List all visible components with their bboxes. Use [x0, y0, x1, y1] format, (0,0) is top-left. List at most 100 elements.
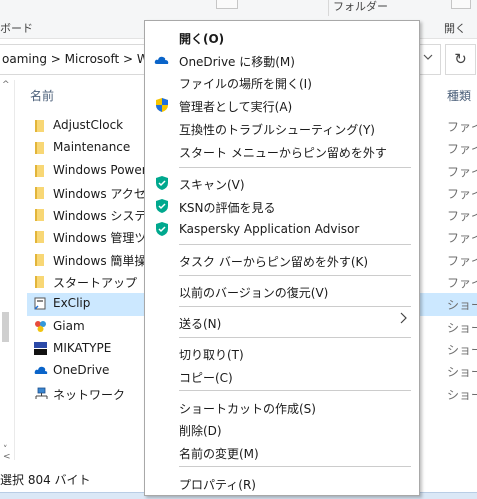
file-name: Windows PowerS [53, 162, 155, 177]
onedrive-shortcut-icon [34, 364, 48, 377]
file-name: Maintenance [53, 140, 131, 155]
folder-icon [34, 141, 47, 155]
menu-item-send-to[interactable]: 送る(N) [145, 311, 419, 333]
file-name: Windows 簡単操 [53, 253, 147, 268]
menu-separator [179, 244, 411, 245]
folder-icon [34, 186, 47, 199]
file-name: Windows システム [53, 209, 159, 224]
menu-separator [179, 337, 411, 338]
file-type: ファイル [447, 186, 477, 201]
file-type: ファイル [447, 164, 477, 179]
chevron-down-icon[interactable] [423, 51, 433, 65]
menu-separator [179, 275, 411, 276]
context-menu: 開く(O) OneDrive に移動(M) ファイルの場所を開く(I) 管理者と… [144, 20, 420, 496]
folder-icon [34, 253, 47, 266]
menu-item-create-shortcut[interactable]: ショートカットの作成(S) [145, 396, 419, 418]
kaspersky-shield-icon [154, 221, 170, 237]
menu-separator [179, 466, 411, 467]
menu-item-label: スタート メニューからピン留めを外す [179, 146, 387, 160]
menu-item-label: スキャン(V) [179, 178, 245, 192]
network-shortcut-icon [34, 387, 48, 400]
menu-item-unpin-from-taskbar[interactable]: タスク バーからピン留めを外す(K) [145, 249, 419, 271]
menu-separator [179, 390, 411, 391]
file-name: スタートアップ [53, 276, 138, 291]
file-type: ショート [447, 320, 477, 335]
folder-icon [34, 230, 47, 244]
ribbon-folder-label: フォルダー [333, 0, 388, 13]
menu-item-label: 互換性のトラブルシューティング(Y) [179, 123, 375, 137]
mikatype-shortcut-icon [34, 341, 47, 355]
address-path: oaming > Microsoft > W [2, 52, 149, 66]
chevron-right-icon [400, 312, 408, 328]
file-type: ファイル [447, 253, 477, 268]
menu-item-label: プロパティ(R) [179, 478, 256, 492]
file-type: ファイル [447, 209, 477, 224]
file-type: ショート [447, 342, 477, 357]
file-name: Windows 管理ツ [53, 231, 147, 246]
menu-item-label: 管理者として実行(A) [179, 100, 293, 114]
menu-item-label: Kaspersky Application Advisor [179, 222, 360, 236]
file-name: AdjustClock [53, 118, 124, 132]
menu-item-label: OneDrive に移動(M) [179, 55, 295, 69]
file-type: ファイル [447, 120, 477, 134]
file-name: ExClip [53, 296, 91, 311]
folder-icon [34, 119, 47, 132]
menu-item-label: 以前のバージョンの復元(V) [179, 286, 329, 300]
ribbon-separator [328, 0, 329, 16]
column-header-type[interactable]: 種類 [447, 87, 471, 104]
ribbon-open-button-fragment[interactable] [451, 0, 471, 9]
menu-item-copy[interactable]: コピー(C) [145, 365, 419, 387]
menu-item-label: コピー(C) [179, 371, 233, 385]
menu-item-label: ショートカットの作成(S) [179, 402, 316, 416]
menu-item-label: KSNの評価を見る [179, 201, 276, 215]
ribbon-button-fragment[interactable] [216, 0, 238, 9]
file-type: ショート [447, 387, 477, 402]
menu-item-unpin-from-start[interactable]: スタート メニューからピン留めを外す [145, 140, 419, 162]
menu-item-move-to-onedrive[interactable]: OneDrive に移動(M) [145, 49, 419, 71]
file-name: Giam [53, 318, 85, 333]
file-name: Windows アクセサ [53, 186, 158, 201]
file-type: ショート [447, 298, 477, 313]
menu-item-label: 削除(D) [179, 424, 222, 438]
menu-item-label: ファイルの場所を開く(I) [179, 77, 312, 91]
menu-item-open[interactable]: 開く(O) [145, 26, 419, 48]
menu-item-label: 切り取り(T) [179, 348, 244, 362]
column-header-name[interactable]: 名前 [30, 87, 54, 104]
ribbon-clipboard-label: ボード [0, 22, 33, 35]
menu-item-label: 名前の変更(M) [179, 447, 259, 461]
giam-shortcut-icon [34, 320, 47, 333]
navigation-pane-scrollbar[interactable]: ^ ˅ [0, 80, 15, 460]
folder-icon [34, 275, 47, 289]
menu-item-ksn-reputation[interactable]: KSNの評価を見る [145, 195, 419, 217]
kaspersky-shield-icon [154, 175, 170, 191]
menu-item-restore-previous-versions[interactable]: 以前のバージョンの復元(V) [145, 280, 419, 302]
menu-item-run-as-admin[interactable]: 管理者として実行(A) [145, 94, 419, 116]
menu-separator [179, 167, 411, 168]
onedrive-cloud-icon [154, 52, 170, 68]
status-text: 選択 804 バイト [0, 473, 91, 487]
menu-separator [179, 306, 411, 307]
menu-item-cut[interactable]: 切り取り(T) [145, 342, 419, 364]
scrollbar-thumb[interactable] [2, 312, 9, 342]
exclip-shortcut-icon [34, 297, 47, 310]
file-type: ファイル [447, 231, 477, 246]
menu-item-kaspersky-advisor[interactable]: Kaspersky Application Advisor [145, 218, 419, 240]
menu-item-open-file-location[interactable]: ファイルの場所を開く(I) [145, 71, 419, 93]
menu-item-label: 開く(O) [179, 32, 225, 46]
menu-item-rename[interactable]: 名前の変更(M) [145, 441, 419, 463]
refresh-icon[interactable]: ↻ [445, 44, 476, 75]
menu-item-scan[interactable]: スキャン(V) [145, 172, 419, 194]
kaspersky-shield-icon [154, 198, 170, 214]
file-name: ネットワーク [53, 387, 126, 402]
chevron-left-icon[interactable]: < [3, 452, 11, 462]
chevron-up-icon[interactable]: ^ [2, 80, 10, 90]
menu-item-delete[interactable]: 削除(D) [145, 418, 419, 440]
ribbon-open-label: 開く [444, 22, 466, 35]
menu-item-label: 送る(N) [179, 317, 222, 331]
menu-item-properties[interactable]: プロパティ(R) [145, 472, 419, 494]
file-name: MIKATYPE [53, 340, 112, 355]
folder-icon [34, 164, 47, 177]
menu-item-compatibility-troubleshoot[interactable]: 互換性のトラブルシューティング(Y) [145, 117, 419, 139]
folder-icon [34, 208, 47, 222]
file-type: ファイル [447, 276, 477, 291]
